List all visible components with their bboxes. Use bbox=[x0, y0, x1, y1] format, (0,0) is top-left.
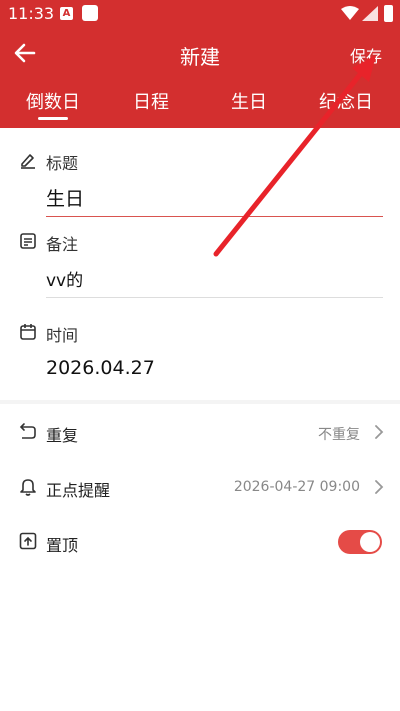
time-label: 时间 bbox=[46, 326, 79, 345]
tab-schedule[interactable]: 日程 bbox=[128, 88, 174, 114]
tab-bar: 倒数日 日程 生日 纪念日 bbox=[0, 84, 400, 128]
note-icon bbox=[20, 233, 36, 249]
reminder-row[interactable]: 正点提醒 2026-04-27 09:00 bbox=[0, 462, 400, 512]
repeat-row[interactable]: 重复 不重复 bbox=[0, 407, 400, 457]
bell-icon bbox=[20, 479, 36, 496]
save-button[interactable]: 保存 bbox=[350, 43, 382, 67]
reminder-value: 2026-04-27 09:00 bbox=[233, 479, 360, 495]
note-input[interactable]: vv的 bbox=[46, 266, 83, 291]
repeat-value: 不重复 bbox=[318, 427, 360, 443]
toggle-knob bbox=[360, 532, 380, 552]
status-time: 11:33 bbox=[8, 4, 55, 23]
active-tab-indicator bbox=[38, 117, 68, 120]
edit-icon bbox=[21, 154, 35, 169]
tab-birthday[interactable]: 生日 bbox=[226, 88, 272, 114]
reminder-label: 正点提醒 bbox=[46, 481, 111, 500]
notification-a-icon: A bbox=[60, 7, 73, 20]
app-header: 11:33 A 新建 保存 倒数日 日程 生日 纪念日 bbox=[0, 0, 400, 128]
chevron-right-icon bbox=[375, 480, 384, 494]
page-title: 新建 bbox=[180, 45, 220, 69]
chevron-right-icon bbox=[375, 425, 384, 439]
tab-countdown[interactable]: 倒数日 bbox=[22, 88, 84, 114]
notification-app-icon bbox=[82, 5, 98, 21]
pin-top-icon bbox=[19, 532, 37, 550]
battery-icon bbox=[384, 5, 393, 22]
title-input[interactable]: 生日 bbox=[46, 184, 84, 211]
time-value[interactable]: 2026.04.27 bbox=[46, 357, 155, 379]
calendar-icon bbox=[20, 324, 36, 340]
section-divider bbox=[0, 400, 400, 404]
tab-anniversary[interactable]: 纪念日 bbox=[314, 88, 378, 114]
pin-toggle[interactable] bbox=[338, 530, 382, 554]
signal-icon bbox=[362, 6, 378, 21]
note-underline bbox=[46, 297, 383, 298]
pin-label: 置顶 bbox=[46, 536, 79, 555]
repeat-icon bbox=[19, 423, 36, 439]
repeat-label: 重复 bbox=[46, 426, 79, 445]
status-bar: 11:33 A bbox=[0, 0, 400, 28]
title-underline bbox=[46, 216, 383, 217]
wifi-icon bbox=[341, 6, 359, 20]
note-label: 备注 bbox=[46, 235, 79, 254]
title-label: 标题 bbox=[46, 154, 79, 173]
